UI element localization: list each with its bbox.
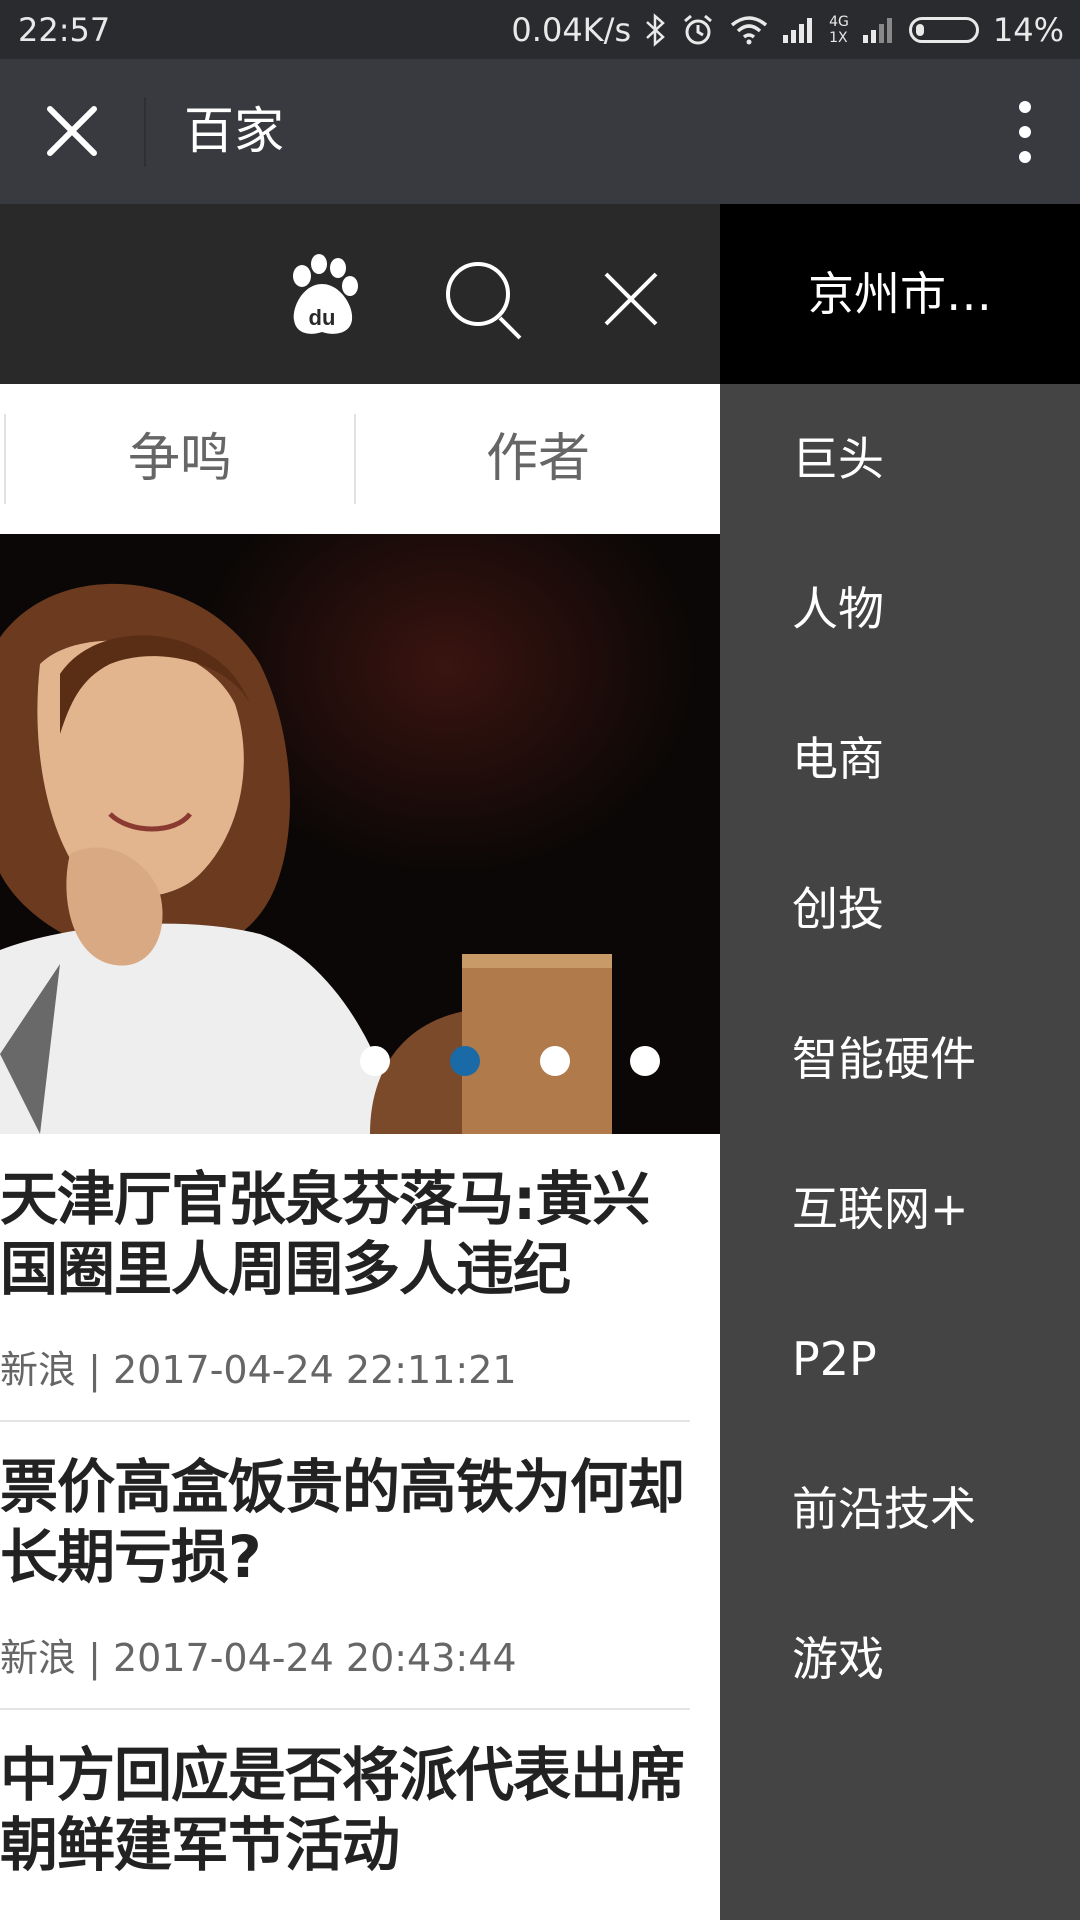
- close-icon[interactable]: [40, 99, 104, 163]
- network-speed: 0.04K/s: [511, 11, 632, 49]
- carousel-dot-active[interactable]: [450, 1046, 480, 1076]
- carousel-dot[interactable]: [630, 1046, 660, 1076]
- news-meta: 新浪 | 2017-04-24 22:11:21: [0, 1348, 517, 1392]
- news-time: 2017-04-24 20:43:44: [112, 1636, 517, 1680]
- news-item[interactable]: 票价高盒饭贵的高铁为何却长期亏损? 新浪 | 2017-04-24 20:43:…: [0, 1422, 690, 1710]
- alarm-icon: [684, 14, 713, 45]
- category-item[interactable]: 巨头: [720, 384, 1080, 534]
- category-item[interactable]: 互联网+: [720, 1134, 1080, 1284]
- carousel[interactable]: [0, 534, 720, 1134]
- category-item[interactable]: 游戏: [720, 1584, 1080, 1734]
- network-type-sub: 1X: [829, 30, 848, 46]
- category-item[interactable]: 电商: [720, 684, 1080, 834]
- baidu-paw-icon[interactable]: du: [282, 252, 362, 338]
- network-type-label: 4G: [829, 14, 849, 30]
- news-source: 新浪: [0, 1348, 77, 1392]
- tab-bar: 争鸣 作者: [0, 384, 720, 534]
- category-list: 巨头 人物 电商 创投 智能硬件 互联网+ P2P 前沿技术 游戏: [720, 384, 1080, 1734]
- signal-icon: [783, 18, 813, 43]
- news-item[interactable]: 天津厅官张泉芬落马:黄兴国圈里人周围多人违纪 新浪 | 2017-04-24 2…: [0, 1134, 690, 1422]
- toolbar-close-icon[interactable]: [602, 270, 660, 328]
- news-headline[interactable]: 中方回应是否将派代表出席朝鲜建军节活动: [0, 1710, 690, 1880]
- category-item[interactable]: 智能硬件: [720, 984, 1080, 1134]
- carousel-dots: [0, 1046, 720, 1076]
- news-item[interactable]: 中方回应是否将派代表出席朝鲜建军节活动: [0, 1710, 690, 1880]
- category-item[interactable]: 前沿技术: [720, 1434, 1080, 1584]
- title-bar: 百家: [0, 59, 1080, 204]
- network-type: 4G 1X: [829, 14, 849, 46]
- panel-header[interactable]: 京州市…: [720, 204, 1080, 384]
- news-source: 新浪: [0, 1636, 77, 1680]
- category-item[interactable]: 人物: [720, 534, 1080, 684]
- battery-fill: [915, 24, 924, 36]
- category-item[interactable]: P2P: [720, 1284, 1080, 1434]
- status-bar: 22:57 0.04K/s 4G 1X 14%: [0, 0, 1080, 59]
- news-headline[interactable]: 票价高盒饭贵的高铁为何却长期亏损?: [0, 1422, 690, 1592]
- carousel-dot[interactable]: [540, 1046, 570, 1076]
- search-icon[interactable]: [440, 256, 526, 342]
- battery-percent: 14%: [992, 11, 1064, 49]
- category-item[interactable]: 创投: [720, 834, 1080, 984]
- battery-icon: [908, 17, 979, 43]
- news-headline[interactable]: 天津厅官张泉芬落马:黄兴国圈里人周围多人违纪: [0, 1134, 690, 1304]
- title-divider: [144, 97, 146, 167]
- toolbar: du: [0, 204, 720, 384]
- page-title: 百家: [184, 102, 284, 160]
- status-time: 22:57: [18, 11, 111, 49]
- carousel-image: [0, 534, 720, 1134]
- tab-debate[interactable]: 争鸣: [6, 414, 354, 504]
- news-time: 2017-04-24 22:11:21: [112, 1348, 517, 1392]
- category-panel: 京州市… 巨头 人物 电商 创投 智能硬件 互联网+ P2P 前沿技术 游戏: [720, 204, 1080, 1920]
- news-list: 天津厅官张泉芬落马:黄兴国圈里人周围多人违纪 新浪 | 2017-04-24 2…: [0, 1134, 720, 1880]
- signal-icon-2: [862, 18, 892, 43]
- baidu-logo-text: du: [309, 305, 336, 330]
- status-icons: 0.04K/s 4G 1X 14%: [511, 10, 1064, 50]
- news-meta: 新浪 | 2017-04-24 20:43:44: [0, 1636, 517, 1680]
- tab-authors[interactable]: 作者: [356, 414, 720, 504]
- wifi-icon: [730, 16, 768, 45]
- more-vertical-icon[interactable]: [1000, 97, 1050, 167]
- carousel-dot[interactable]: [360, 1046, 390, 1076]
- bluetooth-icon: [646, 13, 665, 47]
